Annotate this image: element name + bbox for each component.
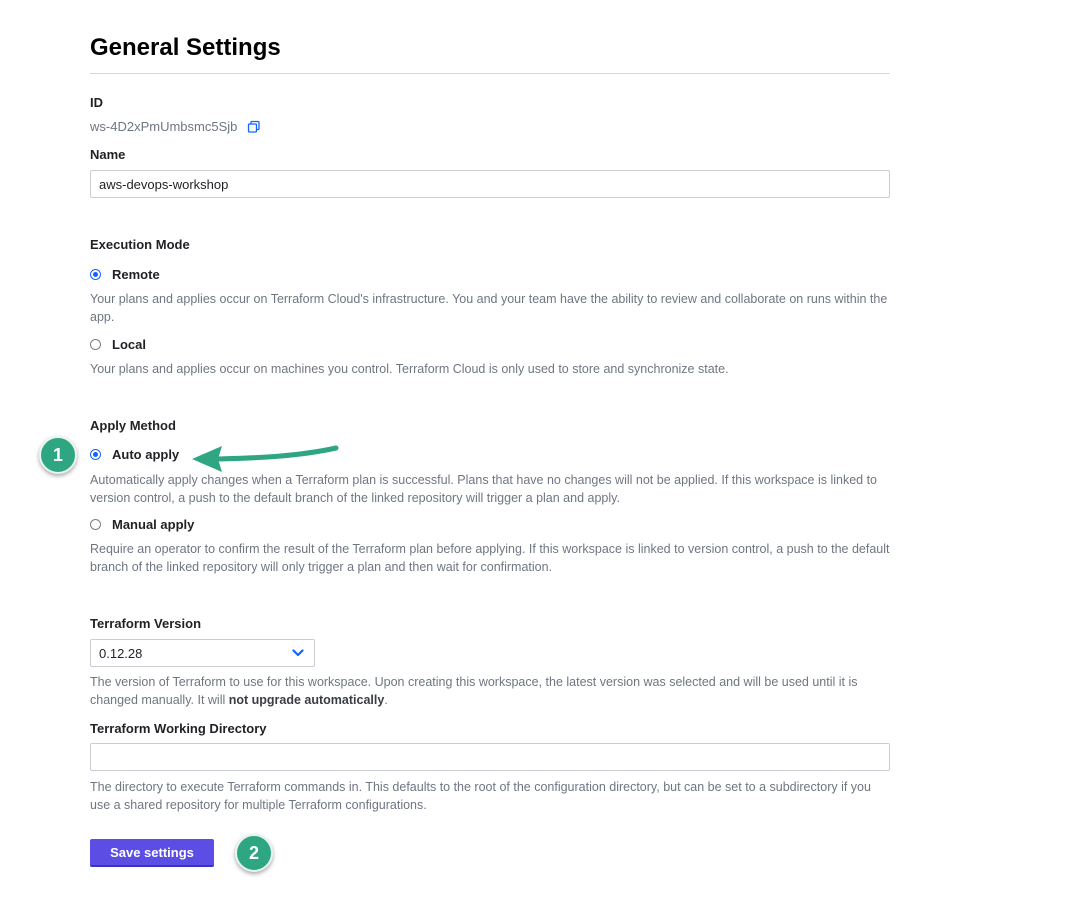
title-divider xyxy=(90,73,890,74)
id-label: ID xyxy=(90,95,103,110)
name-label: Name xyxy=(90,147,126,162)
execution-mode-remote-option[interactable]: Remote xyxy=(90,267,160,282)
auto-apply-radio-label[interactable]: Auto apply xyxy=(112,447,179,462)
terraform-version-help: The version of Terraform to use for this… xyxy=(90,673,890,709)
execution-mode-label: Execution Mode xyxy=(90,237,190,252)
local-radio[interactable] xyxy=(90,339,101,350)
local-radio-label[interactable]: Local xyxy=(112,337,146,352)
manual-apply-radio[interactable] xyxy=(90,519,101,530)
working-directory-label: Terraform Working Directory xyxy=(90,721,267,736)
chevron-down-icon xyxy=(292,649,304,657)
apply-method-label: Apply Method xyxy=(90,418,176,433)
auto-apply-radio[interactable] xyxy=(90,449,101,460)
terraform-version-help-bold: not upgrade automatically xyxy=(228,693,385,707)
callout-2-badge: 2 xyxy=(235,834,273,872)
local-description: Your plans and applies occur on machines… xyxy=(90,362,729,376)
copy-icon[interactable] xyxy=(247,120,261,134)
apply-method-auto-option[interactable]: Auto apply xyxy=(90,447,179,462)
terraform-version-help-text: The version of Terraform to use for this… xyxy=(90,675,858,707)
terraform-version-select[interactable]: 0.12.28 xyxy=(90,639,315,667)
remote-description: Your plans and applies occur on Terrafor… xyxy=(90,292,888,324)
remote-radio-label[interactable]: Remote xyxy=(112,267,160,282)
working-directory-help: The directory to execute Terraform comma… xyxy=(90,780,871,812)
arrow-icon xyxy=(192,445,339,472)
page-title: General Settings xyxy=(90,34,281,61)
manual-apply-description: Require an operator to confirm the resul… xyxy=(90,542,890,574)
id-row: ws-4D2xPmUmbsmc5Sjb xyxy=(90,119,261,134)
callout-1-badge: 1 xyxy=(39,436,77,474)
name-input[interactable] xyxy=(90,170,890,198)
remote-radio[interactable] xyxy=(90,269,101,280)
save-settings-button[interactable]: Save settings xyxy=(90,839,214,867)
apply-method-manual-option[interactable]: Manual apply xyxy=(90,517,194,532)
working-directory-input[interactable] xyxy=(90,743,890,771)
workspace-id-value: ws-4D2xPmUmbsmc5Sjb xyxy=(90,119,238,134)
terraform-version-label: Terraform Version xyxy=(90,616,202,631)
manual-apply-radio-label[interactable]: Manual apply xyxy=(112,517,194,532)
terraform-version-help-end: . xyxy=(384,693,388,707)
terraform-version-selected: 0.12.28 xyxy=(99,645,143,661)
execution-mode-local-option[interactable]: Local xyxy=(90,337,146,352)
